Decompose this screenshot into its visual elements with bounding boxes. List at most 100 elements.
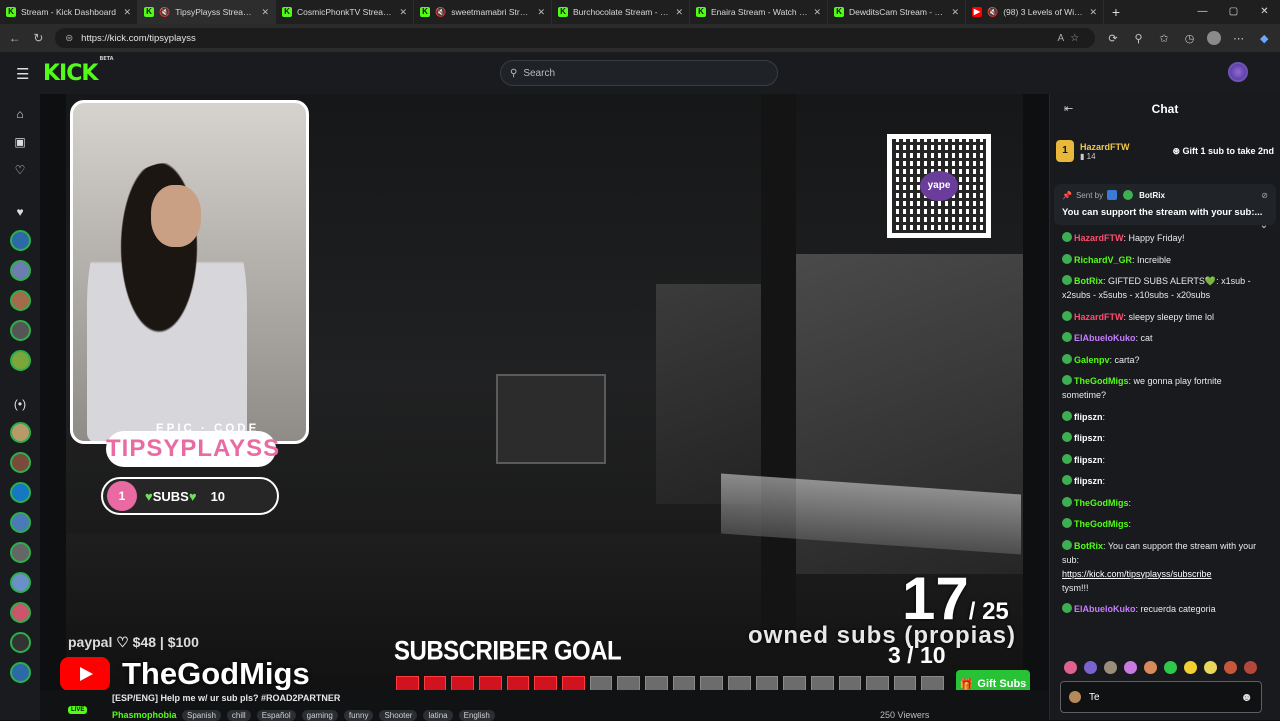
leader-name[interactable]: HazardFTW xyxy=(1080,142,1130,152)
url-actions-icons[interactable]: A☆ xyxy=(1058,33,1086,44)
kick-logo[interactable]: KICKBETA xyxy=(43,56,114,86)
chat-username[interactable]: RichardV_GR xyxy=(1074,255,1132,265)
user-badge-icon xyxy=(1062,518,1072,528)
muted-icon[interactable]: 🔇 xyxy=(987,7,998,18)
followed-channel-avatar[interactable] xyxy=(9,260,31,281)
chat-username[interactable]: HazardFTW xyxy=(1074,233,1124,243)
recommended-channel-avatar[interactable] xyxy=(9,512,31,533)
recommended-channel-avatar[interactable] xyxy=(9,632,31,653)
viewer-count: 250 Viewers xyxy=(880,710,930,720)
chat-username[interactable]: flipszn xyxy=(1074,476,1103,486)
chat-messages: HazardFTW: Happy Friday! RichardV_GR: Inc… xyxy=(1050,225,1280,616)
chat-username[interactable]: TheGodMigs xyxy=(1074,519,1129,529)
site-info-icon[interactable]: ⊜ xyxy=(65,33,73,44)
subs-label: ♥SUBS♥ xyxy=(145,488,197,504)
minimize-icon[interactable]: — xyxy=(1187,0,1218,24)
hamburger-menu-icon[interactable]: ☰ xyxy=(16,65,29,83)
following-icon[interactable]: ♡ xyxy=(15,156,26,184)
chat-username[interactable]: BotRix xyxy=(1074,541,1103,551)
followed-channel-avatar[interactable] xyxy=(9,230,31,251)
followed-channel-avatar[interactable] xyxy=(9,320,31,341)
home-icon[interactable]: ⌂ xyxy=(16,100,23,128)
collapse-chat-icon[interactable]: ⇤ xyxy=(1064,102,1073,115)
history-icon[interactable]: ◷ xyxy=(1182,32,1198,45)
search-placeholder: Search xyxy=(523,67,556,79)
profile-avatar[interactable] xyxy=(1207,31,1221,45)
maximize-icon[interactable]: ▢ xyxy=(1218,0,1249,24)
close-tab-icon[interactable]: ✕ xyxy=(1089,7,1097,18)
favorites-icon[interactable]: ✩ xyxy=(1156,32,1172,45)
expand-icon[interactable]: ⌄ xyxy=(1260,219,1268,232)
chat-input[interactable]: Te ☻ xyxy=(1060,681,1262,713)
new-tab-button[interactable]: + xyxy=(1104,4,1128,20)
gift-prompt[interactable]: ⊛ Gift 1 sub to take 2nd xyxy=(1172,146,1274,157)
close-tab-icon[interactable]: ✕ xyxy=(813,7,821,18)
muted-icon[interactable]: 🔇 xyxy=(435,7,446,18)
more-menu-icon[interactable]: ⋯ xyxy=(1231,32,1247,45)
stream-tag[interactable]: Español xyxy=(256,710,296,721)
user-badge-icon xyxy=(1062,275,1072,285)
user-avatar[interactable] xyxy=(1228,62,1248,82)
muted-icon[interactable]: 🔇 xyxy=(159,7,170,18)
back-icon[interactable]: ← xyxy=(8,31,22,45)
chat-username[interactable]: TheGodMigs xyxy=(1074,498,1129,508)
recommended-channel-avatar[interactable] xyxy=(9,422,31,443)
url-field[interactable]: ⊜ https://kick.com/tipsyplayss A☆ xyxy=(55,28,1096,48)
recommended-channel-avatar[interactable] xyxy=(9,572,31,593)
browser-tab[interactable]: K 🔇 TipsyPlayss Stream - W ✕ xyxy=(138,0,276,24)
chat-username[interactable]: flipszn xyxy=(1074,433,1103,443)
kick-icon: K xyxy=(6,7,16,17)
copilot-icon[interactable]: ◆ xyxy=(1256,32,1272,45)
unpin-icon[interactable]: ⊘ xyxy=(1261,191,1268,200)
browse-icon[interactable]: ▣ xyxy=(14,128,25,156)
stream-tag[interactable]: Spanish xyxy=(182,710,221,721)
browser-tab[interactable]: K CosmicPhonkTV Stream - W ✕ xyxy=(276,0,414,24)
stream-category[interactable]: Phasmophobia xyxy=(112,710,177,720)
chat-username[interactable]: HazardFTW xyxy=(1074,312,1124,322)
tab-title: Burchocolate Stream - Wat xyxy=(573,7,671,17)
close-tab-icon[interactable]: ✕ xyxy=(537,7,545,18)
extension-puzzle-icon[interactable]: ⚲ xyxy=(1131,32,1147,45)
stream-tag[interactable]: chill xyxy=(226,710,251,721)
stream-tag[interactable]: Shooter xyxy=(379,710,418,721)
close-tab-icon[interactable]: ✕ xyxy=(399,7,407,18)
chat-username[interactable]: TheGodMigs xyxy=(1074,376,1129,386)
close-tab-icon[interactable]: ✕ xyxy=(951,7,959,18)
browser-tab[interactable]: ▶ 🔇 (98) 3 Levels of WiFi H ✕ xyxy=(966,0,1104,24)
recommended-channel-avatar[interactable] xyxy=(9,602,31,623)
recommended-channel-avatar[interactable] xyxy=(9,452,31,473)
stream-tag[interactable]: gaming xyxy=(301,710,338,721)
chat-username[interactable]: ElAbueloKuko xyxy=(1074,333,1136,343)
search-input[interactable]: ⚲ Search xyxy=(500,60,778,86)
chat-username[interactable]: flipszn xyxy=(1074,455,1103,465)
chat-username[interactable]: ElAbueloKuko xyxy=(1074,604,1136,614)
browser-tab[interactable]: K DewditsCam Stream - Wat ✕ xyxy=(828,0,966,24)
chat-link[interactable]: https://kick.com/tipsyplayss/subscribe xyxy=(1062,569,1212,579)
stream-tag[interactable]: English xyxy=(458,710,495,721)
browser-tab[interactable]: K 🔇 sweetmamabri Stream ✕ xyxy=(414,0,552,24)
browser-tab[interactable]: K Burchocolate Stream - Wat ✕ xyxy=(552,0,690,24)
reload-icon[interactable]: ↻ xyxy=(32,31,46,45)
close-tab-icon[interactable]: ✕ xyxy=(123,7,131,18)
close-tab-icon[interactable]: ✕ xyxy=(261,7,269,18)
live-badge: LIVE xyxy=(68,706,88,714)
kick-icon: K xyxy=(420,7,430,17)
emoji-picker-icon[interactable]: ☻ xyxy=(1240,690,1253,704)
chat-username[interactable]: flipszn xyxy=(1074,412,1103,422)
followed-channel-avatar[interactable] xyxy=(9,290,31,311)
browser-tab[interactable]: K Enaira Stream - Watch Live ✕ xyxy=(690,0,828,24)
close-tab-icon[interactable]: ✕ xyxy=(675,7,683,18)
recommended-channel-avatar[interactable] xyxy=(9,482,31,503)
browser-tab[interactable]: K Stream - Kick Dashboard ✕ xyxy=(0,0,138,24)
video-player[interactable]: EPIC · CODE TIPSYPLAYSS 1 ♥SUBS♥ 10 yape… xyxy=(40,94,1049,720)
stream-tag[interactable]: latina xyxy=(423,710,453,721)
user-badge-icon xyxy=(1062,603,1072,613)
recommended-channel-avatar[interactable] xyxy=(9,542,31,563)
recommended-channel-avatar[interactable] xyxy=(9,662,31,683)
followed-channel-avatar[interactable] xyxy=(9,350,31,371)
chat-username[interactable]: BotRix xyxy=(1074,276,1103,286)
chat-username[interactable]: Galenpv xyxy=(1074,355,1110,365)
stream-tag[interactable]: funny xyxy=(343,710,374,721)
extensions-icon[interactable]: ⟳ xyxy=(1105,32,1121,45)
close-window-icon[interactable]: ✕ xyxy=(1249,0,1280,24)
